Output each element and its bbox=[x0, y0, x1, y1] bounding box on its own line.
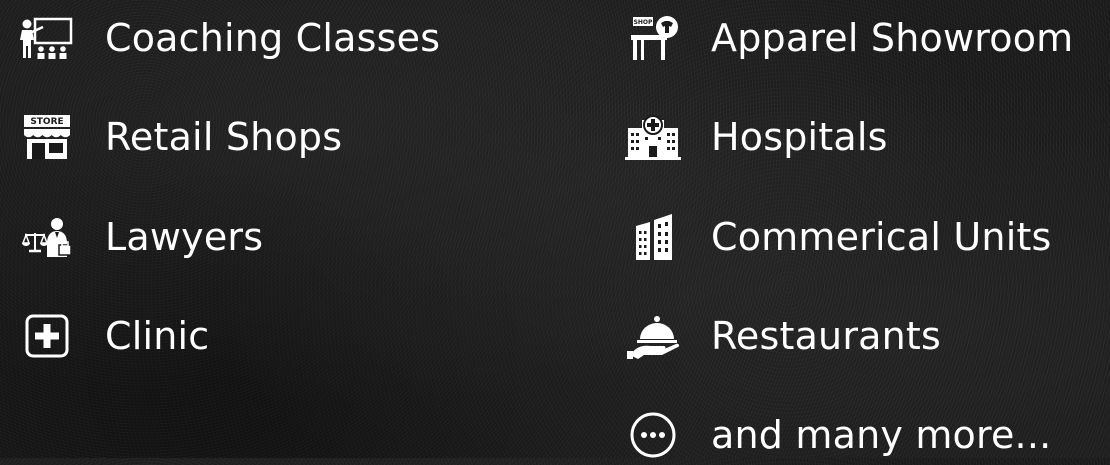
item-label: Coaching Classes bbox=[105, 16, 441, 60]
hospital-building-icon bbox=[625, 109, 681, 165]
item-hospitals: Hospitals bbox=[625, 107, 888, 167]
item-restaurants: Restaurants bbox=[625, 306, 941, 366]
item-lawyers: Lawyers bbox=[19, 207, 263, 267]
serving-cloche-icon bbox=[625, 308, 681, 364]
item-label: Lawyers bbox=[105, 215, 264, 259]
item-label: Retail Shops bbox=[105, 115, 343, 159]
teacher-classroom-icon bbox=[19, 10, 75, 66]
item-label: Clinic bbox=[105, 314, 210, 358]
item-and-many-more: and many more... bbox=[625, 405, 1051, 465]
business-types-panel: { "left_column": [ {"label": "Coaching C… bbox=[0, 0, 1110, 458]
apparel-shop-icon: SHOP bbox=[625, 10, 681, 66]
item-commerical-units: Commerical Units bbox=[625, 207, 1052, 267]
office-buildings-icon bbox=[625, 209, 681, 265]
shop-sign-text: SHOP bbox=[634, 19, 653, 26]
item-retail-shops: STORE Retail Shops bbox=[19, 107, 342, 167]
item-apparel-showroom: SHOP Apparel Showroom bbox=[625, 8, 1073, 68]
medical-plus-icon bbox=[19, 308, 75, 364]
item-label: Apparel Showroom bbox=[711, 16, 1074, 60]
item-clinic: Clinic bbox=[19, 306, 209, 366]
store-front-icon: STORE bbox=[19, 109, 75, 165]
item-label: Restaurants bbox=[711, 314, 942, 358]
item-coaching-classes: Coaching Classes bbox=[19, 8, 440, 68]
item-label: Hospitals bbox=[711, 115, 888, 159]
item-label: Commerical Units bbox=[711, 215, 1052, 259]
store-sign-text: STORE bbox=[30, 117, 63, 127]
more-dots-icon bbox=[625, 407, 681, 463]
lawyer-scales-icon bbox=[19, 209, 75, 265]
item-label: and many more... bbox=[711, 413, 1052, 457]
